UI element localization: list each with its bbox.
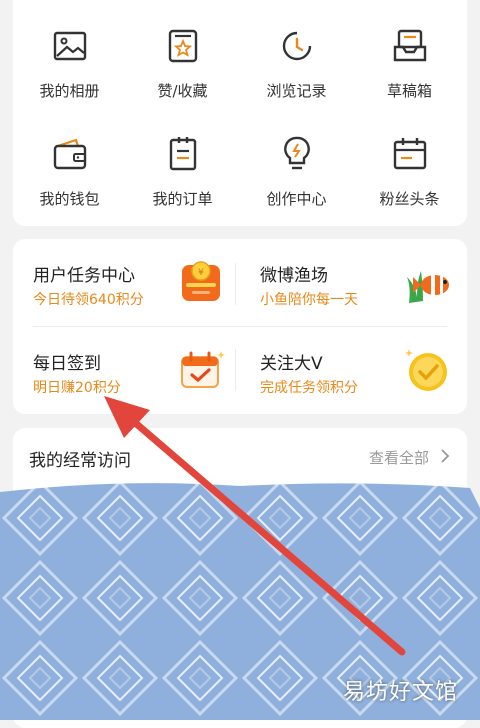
calendar-icon <box>393 138 426 170</box>
task-title: 关注大V <box>260 354 323 374</box>
frequent-visits-title: 我的经常访问 <box>29 451 131 471</box>
task-divider <box>235 349 236 391</box>
gold-check-badge-icon <box>405 349 447 391</box>
tasks-card: 用户任务中心 今日待领640积分 ¥ 微博渔场 小鱼陪你每一天 每日签到 明日赚… <box>13 239 467 414</box>
chevron-right-icon[interactable] <box>439 448 451 464</box>
history-clock-icon <box>282 31 311 61</box>
photo-album-icon <box>53 31 86 61</box>
grid-item-fan-headlines[interactable]: 粉丝头条 <box>353 134 466 209</box>
user-task-center-entry[interactable]: 用户任务中心 今日待领640积分 ¥ <box>13 239 240 325</box>
grid-label: 创作中心 <box>266 190 327 208</box>
grid-label: 我的订单 <box>152 190 213 208</box>
watermark: 易坊好文馆 <box>342 680 458 705</box>
task-divider <box>235 263 236 305</box>
grid-item-wallet[interactable]: 我的钱包 <box>13 134 126 209</box>
task-subtitle: 小鱼陪你每一天 <box>260 292 358 308</box>
grid-label: 粉丝头条 <box>379 190 440 208</box>
clownfish-icon <box>407 271 449 303</box>
weibo-fishery-entry[interactable]: 微博渔场 小鱼陪你每一天 <box>240 239 467 325</box>
daily-checkin-entry[interactable]: 每日签到 明日赚20积分 <box>13 327 240 413</box>
grid-item-creator[interactable]: 创作中心 <box>240 134 353 209</box>
grid-item-drafts[interactable]: 草稿箱 <box>353 26 466 101</box>
task-title: 用户任务中心 <box>33 266 135 286</box>
task-subtitle: 今日待领640积分 <box>33 292 144 308</box>
lightbulb-icon <box>283 136 310 170</box>
checkin-calendar-icon <box>181 351 225 388</box>
order-list-icon <box>169 137 196 171</box>
quick-actions-card: 我的相册 赞/收藏 浏览记录 草稿箱 我的钱包 我的订单 创作中心 粉丝头条 <box>13 0 467 226</box>
grid-item-favorites[interactable]: 赞/收藏 <box>126 26 239 101</box>
task-title: 微博渔场 <box>260 266 328 286</box>
task-subtitle: 明日赚20积分 <box>33 380 121 396</box>
drafts-inbox-icon <box>393 29 426 62</box>
grid-label: 草稿箱 <box>386 82 432 100</box>
grid-label: 赞/收藏 <box>157 82 208 100</box>
coin-gift-icon: ¥ <box>182 261 220 301</box>
grid-label: 我的相册 <box>39 82 100 100</box>
follow-big-v-entry[interactable]: 关注大V 完成任务领积分 <box>240 327 467 413</box>
grid-label: 浏览记录 <box>266 82 327 100</box>
favorite-star-icon <box>168 29 197 63</box>
grid-item-orders[interactable]: 我的订单 <box>126 134 239 209</box>
task-subtitle: 完成任务领积分 <box>260 380 358 396</box>
task-title: 每日签到 <box>33 354 101 374</box>
svg-text:¥: ¥ <box>198 268 204 278</box>
grid-item-history[interactable]: 浏览记录 <box>240 26 353 101</box>
grid-label: 我的钱包 <box>39 190 100 208</box>
grid-item-album[interactable]: 我的相册 <box>13 26 126 101</box>
view-all-link[interactable]: 查看全部 <box>369 447 429 468</box>
wallet-icon <box>53 138 86 170</box>
